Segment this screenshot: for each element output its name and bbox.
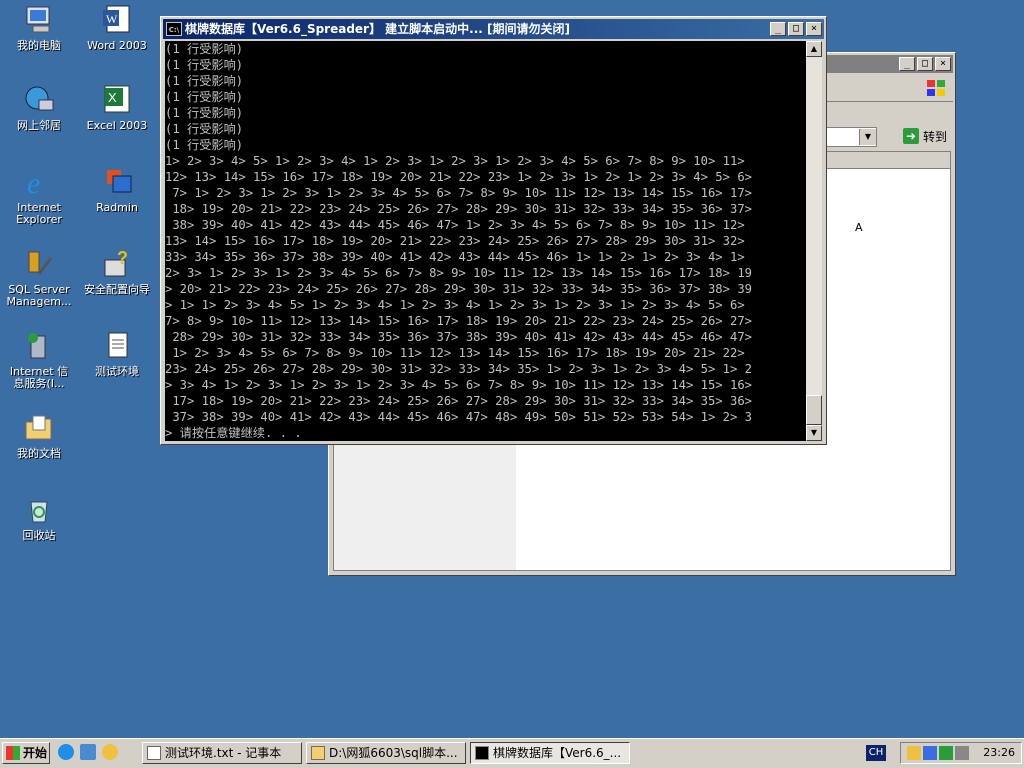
clock[interactable]: 23:26 [983,746,1015,759]
explorer-window-buttons: _ □ × [899,57,951,71]
iis-icon [23,330,55,362]
windows-flag-icon [6,746,20,760]
taskbar-item-folder[interactable]: D:\网狐6603\sql脚本... [306,742,466,764]
console-line: > 20> 21> 22> 23> 24> 25> 26> 27> 28> 29… [165,282,752,296]
console-line: 23> 24> 25> 26> 27> 28> 29> 30> 31> 32> … [165,362,752,376]
console-line: 2> 3> 1> 2> 3> 1> 2> 3> 4> 5> 6> 7> 8> 9… [165,266,752,280]
folder-icon [23,412,55,444]
console-icon [475,746,489,760]
console-title-bar[interactable]: C:\ 棋牌数据库【Ver6.6_Spreader】 建立脚本启动中... [期… [163,19,824,39]
text-file-icon [101,330,133,362]
taskbar: 开始 测试环境.txt - 记事本 D:\网狐6603\sql脚本... 棋牌数… [0,738,1024,768]
console-line: 38> 39> 40> 41> 42> 43> 44> 45> 46> 47> … [165,218,745,232]
console-line: > 请按任意键继续. . . [165,426,302,440]
console-line: 28> 29> 30> 31> 32> 33> 34> 35> 36> 37> … [165,330,752,344]
console-line: (1 行受影响) [165,122,244,136]
desktop-icon-test-env[interactable]: 测试环境 [80,330,154,378]
svg-text:e: e [27,167,40,198]
console-line: 7> 1> 2> 3> 1> 2> 3> 1> 2> 3> 4> 5> 6> 7… [165,186,752,200]
console-title: 棋牌数据库【Ver6.6_Spreader】 建立脚本启动中... [期间请勿关… [185,22,570,36]
desktop-icon-security-wizard[interactable]: ? 安全配置向导 [80,248,154,296]
explorer-quicklaunch-icon[interactable] [102,744,118,760]
console-line: 12> 13> 14> 15> 16> 17> 18> 19> 20> 21> … [165,170,752,184]
system-tray: 23:26 [900,742,1022,764]
scroll-thumb[interactable] [806,395,822,425]
console-line: 13> 14> 15> 16> 17> 18> 19> 20> 21> 22> … [165,234,745,248]
console-line: 1> 2> 3> 4> 5> 1> 2> 3> 4> 1> 2> 3> 1> 2… [165,154,745,168]
console-output[interactable]: (1 行受影响) (1 行受影响) (1 行受影响) (1 行受影响) (1 行受影响)… [165,41,807,441]
list-item-letter: A [855,221,863,234]
console-line: (1 行受影响) [165,90,244,104]
console-window-buttons: _ □ × [770,22,822,36]
start-button[interactable]: 开始 [2,742,50,764]
desktop-icon-word[interactable]: W Word 2003 [80,4,154,52]
network-icon [23,84,55,116]
console-line: (1 行受影响) [165,138,244,152]
console-line: (1 行受影响) [165,42,244,56]
maximize-button[interactable]: □ [917,57,933,71]
desktop-icon-iis[interactable]: Internet 信 息服务(I... [2,330,76,390]
tray-icon-3[interactable] [939,746,953,760]
desktop-icon-recycle-bin[interactable]: 回收站 [2,494,76,542]
console-line: 37> 38> 39> 40> 41> 42> 43> 44> 45> 46> … [165,410,752,424]
show-desktop-icon[interactable] [80,744,96,760]
console-line: > 3> 4> 1> 2> 3> 1> 2> 3> 1> 2> 3> 4> 5>… [165,378,752,392]
console-line: > 1> 1> 2> 3> 4> 5> 1> 2> 3> 4> 1> 2> 3>… [165,298,745,312]
windows-logo-icon [927,80,945,96]
desktop-icon-my-documents[interactable]: 我的文档 [2,412,76,460]
desktop-icon-sql-server[interactable]: SQL Server Managem... [2,248,76,308]
desktop-icon-my-computer[interactable]: 我的电脑 [2,4,76,52]
radmin-icon [101,166,133,198]
close-button[interactable]: × [806,22,822,36]
tray-icon-4[interactable] [955,746,969,760]
chevron-down-icon[interactable]: ▼ [859,129,876,145]
word-icon: W [101,4,133,36]
security-wizard-icon: ? [101,248,133,280]
console-line: 1> 2> 3> 4> 5> 6> 7> 8> 9> 10> 11> 12> 1… [165,346,745,360]
language-indicator[interactable]: CH [866,745,886,761]
taskbar-item-notepad[interactable]: 测试环境.txt - 记事本 [142,742,302,764]
close-button[interactable]: × [935,57,951,71]
console-icon: C:\ [166,22,182,36]
excel-icon: X [101,84,133,116]
maximize-button[interactable]: □ [788,22,804,36]
internet-explorer-icon: e [23,166,55,200]
desktop-icon-excel[interactable]: X Excel 2003 [80,84,154,132]
console-line: 18> 19> 20> 21> 22> 23> 24> 25> 26> 27> … [165,202,752,216]
console-line: (1 行受影响) [165,58,244,72]
taskbar-item-console[interactable]: 棋牌数据库【Ver6.6_... [470,742,630,764]
svg-text:?: ? [117,248,128,268]
minimize-button[interactable]: _ [899,57,915,71]
console-line: 33> 34> 35> 36> 37> 38> 39> 40> 41> 42> … [165,250,745,264]
arrow-right-icon: ➜ [902,128,919,144]
desktop-icon-network[interactable]: 网上邻居 [2,84,76,132]
computer-icon [23,4,55,36]
console-line: (1 行受影响) [165,106,244,120]
console-line: 7> 8> 9> 10> 11> 12> 13> 14> 15> 16> 17>… [165,314,752,328]
ie-quicklaunch-icon[interactable] [58,744,74,760]
console-line: (1 行受影响) [165,74,244,88]
tray-icon-2[interactable] [923,746,937,760]
quick-launch [58,744,118,760]
minimize-button[interactable]: _ [770,22,786,36]
notepad-icon [147,746,161,760]
tray-icon-1[interactable] [907,746,921,760]
console-line: 17> 18> 19> 20> 21> 22> 23> 24> 25> 26> … [165,394,752,408]
desktop-icon-radmin[interactable]: Radmin [80,166,154,214]
console-window[interactable]: C:\ 棋牌数据库【Ver6.6_Spreader】 建立脚本启动中... [期… [160,16,827,445]
recycle-bin-icon [23,494,55,526]
svg-text:X: X [108,90,117,105]
svg-text:W: W [106,12,118,26]
goto-button[interactable]: ➜ 转到 [902,127,947,145]
vertical-scrollbar[interactable]: ▲ ▼ [806,41,822,441]
folder-icon [311,746,325,760]
scroll-down-icon[interactable]: ▼ [806,425,822,441]
desktop-icon-ie[interactable]: e Internet Explorer [2,166,76,226]
scroll-up-icon[interactable]: ▲ [806,41,822,57]
sql-server-icon [23,248,55,280]
